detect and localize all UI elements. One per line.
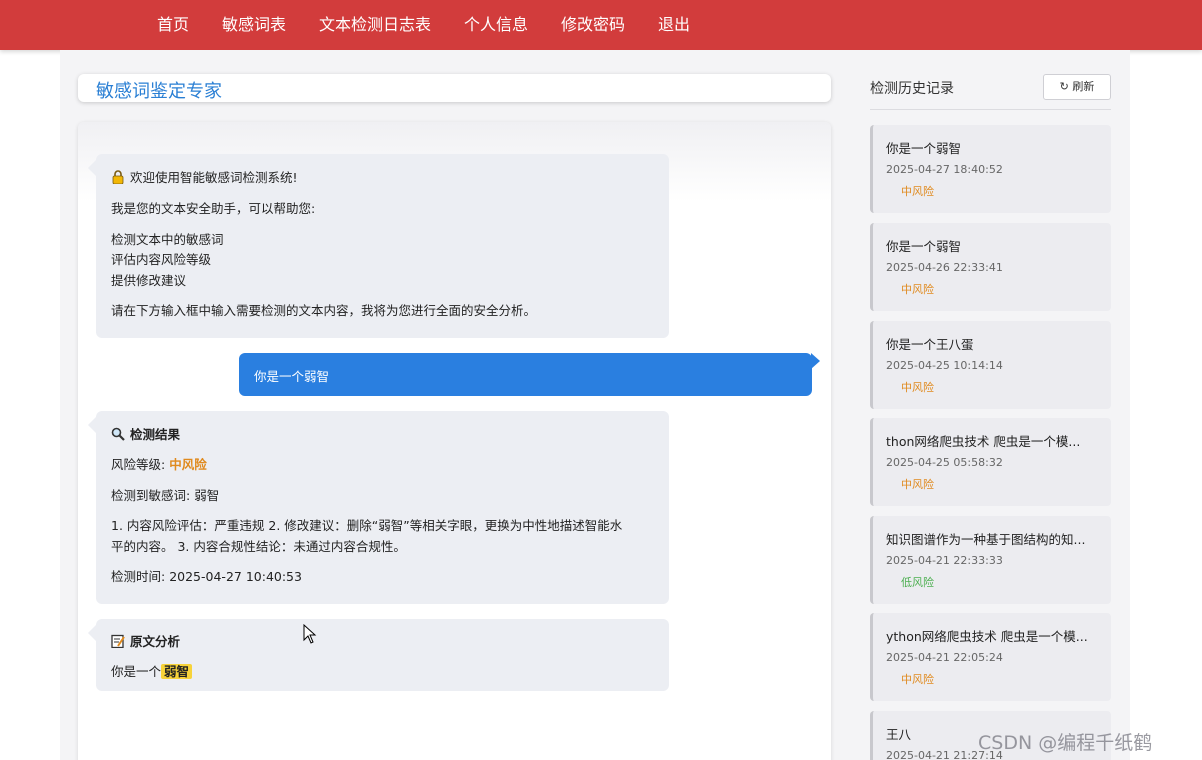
page-title-card: 敏感词鉴定专家 xyxy=(78,74,831,102)
history-item-text: ython网络爬虫技术 爬虫是一个模... xyxy=(886,629,1088,644)
welcome-intro: 我是您的文本安全助手，可以帮助您: xyxy=(111,201,316,216)
history-item-text: 你是一个弱智 xyxy=(886,239,962,254)
detection-time-label: 检测时间: xyxy=(111,569,166,584)
history-item[interactable]: 你是一个弱智 2025-04-26 22:33:41 中风险 xyxy=(870,223,1111,311)
history-item-time: 2025-04-26 22:33:41 xyxy=(886,261,1003,274)
lock-icon xyxy=(111,170,125,185)
history-item-time: 2025-04-21 22:33:33 xyxy=(886,554,1003,567)
nav-sensitive-words[interactable]: 敏感词表 xyxy=(222,0,286,50)
history-item-time: 2025-04-27 18:40:52 xyxy=(886,163,1003,176)
feature-item: 提供修改建议 xyxy=(111,273,187,288)
history-item-risk: 中风险 xyxy=(901,381,934,394)
welcome-title: 欢迎使用智能敏感词检测系统! xyxy=(130,170,298,185)
history-item-risk: 中风险 xyxy=(901,478,934,491)
refresh-label: 刷新 xyxy=(1072,80,1095,93)
history-item-risk: 中风险 xyxy=(901,283,934,296)
nav-change-password[interactable]: 修改密码 xyxy=(561,0,625,50)
history-item[interactable]: ython网络爬虫技术 爬虫是一个模... 2025-04-21 22:05:2… xyxy=(870,613,1111,701)
history-item-risk: 中风险 xyxy=(901,185,934,198)
sensitive-words-value: 弱智 xyxy=(194,488,220,503)
history-item[interactable]: 你是一个弱智 2025-04-27 18:40:52 中风险 xyxy=(870,125,1111,213)
history-item-risk: 低风险 xyxy=(901,576,934,589)
feature-item: 评估内容风险等级 xyxy=(111,252,212,267)
original-text: 你是一个 xyxy=(111,664,162,679)
nav-logout[interactable]: 退出 xyxy=(658,0,690,50)
analysis-line: 平的内容。 3. 内容合规性结论：未通过内容合规性。 xyxy=(111,539,406,554)
feature-item: 检测文本中的敏感词 xyxy=(111,232,224,247)
page-title: 敏感词鉴定专家 xyxy=(96,81,222,102)
refresh-icon: ↻ xyxy=(1059,80,1069,93)
history-item-risk: 中风险 xyxy=(901,673,934,686)
history-item-text: 你是一个王八蛋 xyxy=(886,337,974,352)
watermark: CSDN @编程千纸鹤 xyxy=(978,732,1153,754)
user-message-text: 你是一个弱智 xyxy=(254,369,330,384)
history-item[interactable]: 知识图谱作为一种基于图结构的知... 2025-04-21 22:33:33 低… xyxy=(870,516,1111,604)
divider xyxy=(870,109,1111,110)
mouse-cursor-icon xyxy=(303,623,317,644)
nav-profile[interactable]: 个人信息 xyxy=(464,0,528,50)
risk-label: 风险等级: xyxy=(111,457,166,472)
welcome-message: 欢迎使用智能敏感词检测系统! 我是您的文本安全助手，可以帮助您: 检测文本中的敏… xyxy=(88,154,669,338)
history-item-text: thon网络爬虫技术 爬虫是一个模... xyxy=(886,434,1081,449)
history-item-time: 2025-04-25 10:14:14 xyxy=(886,359,1003,372)
history-item-text: 知识图谱作为一种基于图结构的知... xyxy=(886,532,1086,547)
original-title: 原文分析 xyxy=(130,634,181,649)
magnifier-icon xyxy=(111,427,125,441)
risk-level-badge: 中风险 xyxy=(169,457,207,472)
refresh-button[interactable]: ↻ 刷新 xyxy=(1043,74,1111,100)
highlighted-sensitive-word: 弱智 xyxy=(161,664,193,679)
detection-time-value: 2025-04-27 10:40:53 xyxy=(169,569,302,584)
analysis-line: 1. 内容风险评估：严重违规 2. 修改建议：删除“弱智”等相关字眼，更换为中性… xyxy=(111,518,623,533)
history-item-time: 2025-04-21 22:05:24 xyxy=(886,651,1003,664)
nav-detection-log[interactable]: 文本检测日志表 xyxy=(319,0,431,50)
top-navbar: 首页 敏感词表 文本检测日志表 个人信息 修改密码 退出 xyxy=(0,0,1202,50)
history-item[interactable]: thon网络爬虫技术 爬虫是一个模... 2025-04-25 05:58:32… xyxy=(870,418,1111,506)
welcome-outro: 请在下方输入框中输入需要检测的文本内容，我将为您进行全面的安全分析。 xyxy=(111,303,537,318)
sensitive-words-label: 检测到敏感词: xyxy=(111,488,191,503)
detection-result-message: 检测结果 风险等级: 中风险 检测到敏感词: 弱智 1. 内容风险评估：严重违规… xyxy=(88,411,669,604)
original-analysis-message: 原文分析 你是一个 弱智 xyxy=(88,619,669,691)
history-item-text: 你是一个弱智 xyxy=(886,141,962,156)
memo-icon xyxy=(111,634,125,649)
user-message: 你是一个弱智 xyxy=(239,353,820,396)
history-title: 检测历史记录 xyxy=(870,81,954,97)
history-item-time: 2025-04-25 05:58:32 xyxy=(886,456,1003,469)
result-title: 检测结果 xyxy=(130,427,181,442)
history-item[interactable]: 你是一个王八蛋 2025-04-25 10:14:14 中风险 xyxy=(870,321,1111,409)
nav-home[interactable]: 首页 xyxy=(157,0,189,50)
